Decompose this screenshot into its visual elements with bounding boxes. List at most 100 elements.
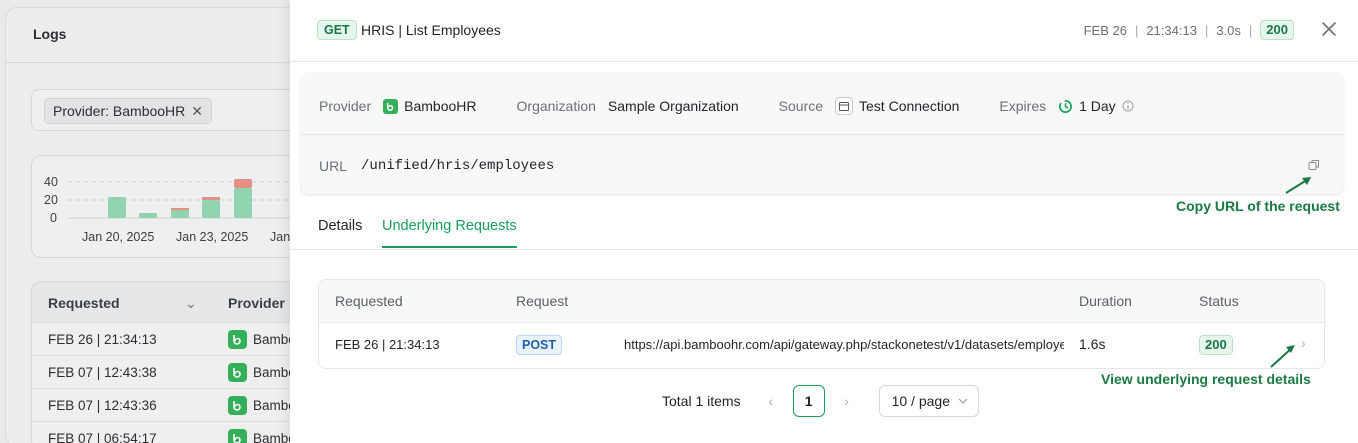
pagination: Total 1 items ‹ 1 › 10 / page bbox=[662, 385, 979, 417]
table-row[interactable]: FEB 26 | 21:34:13 Bamboo bbox=[32, 323, 330, 356]
url-label: URL bbox=[319, 158, 348, 174]
source-name: Test Connection bbox=[859, 98, 960, 114]
url-value: /unified/hris/employees bbox=[361, 158, 555, 174]
chart-y-tick-0: 0 bbox=[50, 211, 57, 225]
url-row: URL /unified/hris/employees bbox=[319, 158, 554, 174]
page-size-value: 10 / page bbox=[891, 393, 950, 409]
chart-x-tick: Jan 23, 2025 bbox=[176, 230, 248, 244]
logs-title: Logs bbox=[33, 26, 67, 42]
log-detail-drawer: GET HRIS | List Employees FEB 26 | 21:34… bbox=[290, 0, 1358, 443]
request-time: 21:34:13 bbox=[1146, 22, 1197, 38]
page-1-button[interactable]: 1 bbox=[792, 385, 825, 417]
provider-name: BambooHR bbox=[404, 98, 477, 114]
table-row[interactable]: FEB 26 | 21:34:13 POST https://api.bambo… bbox=[319, 323, 1324, 368]
meta-separator: | bbox=[1248, 22, 1253, 38]
info-row: Provider BambooHR Organization Sample Or… bbox=[319, 96, 1174, 116]
expires-value: 1 Day bbox=[1058, 98, 1134, 114]
method-badge: POST bbox=[516, 335, 563, 355]
row-date: FEB 07 | 12:43:36 bbox=[48, 398, 157, 413]
chart-bar-error bbox=[171, 208, 189, 210]
logs-table: Requested ⌄ Provider FEB 26 | 21:34:13 B… bbox=[31, 281, 331, 443]
filter-chip-label: Provider: BambooHR bbox=[53, 103, 186, 119]
chart-bar bbox=[202, 200, 220, 218]
expires-field: Expires 1 Day bbox=[999, 98, 1134, 114]
row-date: FEB 07 | 12:43:38 bbox=[48, 365, 157, 380]
source-label: Source bbox=[778, 98, 824, 114]
table-row[interactable]: FEB 07 | 12:43:36 Bamboo bbox=[32, 389, 330, 422]
expires-label: Expires bbox=[999, 98, 1047, 114]
chart-bar bbox=[139, 213, 157, 218]
row-date: FEB 26 | 21:34:13 bbox=[48, 332, 157, 347]
bamboohr-logo-icon bbox=[228, 429, 247, 443]
chart-y-tick-20: 20 bbox=[44, 193, 58, 207]
provider-label: Provider bbox=[319, 98, 372, 114]
meta-separator: | bbox=[1204, 22, 1209, 38]
timer-icon bbox=[1059, 99, 1072, 113]
col-provider[interactable]: Provider bbox=[228, 295, 285, 311]
terminal-icon bbox=[835, 97, 854, 115]
annotation-copy-url: Copy URL of the request bbox=[1176, 198, 1340, 214]
logs-chart-svg: 40 20 0 Jan 20, 2025 Jan 23, 2025 Jan bbox=[44, 175, 332, 244]
chart-bar bbox=[108, 197, 126, 218]
logs-table-header: Requested ⌄ Provider bbox=[32, 282, 330, 323]
drawer-header: GET HRIS | List Employees FEB 26 | 21:34… bbox=[290, 0, 1358, 62]
request-info-card: Provider BambooHR Organization Sample Or… bbox=[301, 73, 1343, 194]
col-requested: Requested bbox=[335, 293, 403, 309]
organization-value: Sample Organization bbox=[607, 98, 739, 114]
tab-underlying-requests[interactable]: Underlying Requests bbox=[382, 218, 517, 248]
chart-bar bbox=[234, 188, 252, 218]
page-size-select[interactable]: 10 / page bbox=[878, 385, 979, 417]
table-row[interactable]: FEB 07 | 06:54:17 Bamboo bbox=[32, 422, 330, 443]
chart-bar-error bbox=[202, 197, 220, 200]
close-button[interactable] bbox=[1320, 20, 1338, 38]
logs-chart: 40 20 0 Jan 20, 2025 Jan 23, 2025 Jan bbox=[31, 155, 332, 258]
copy-url-button[interactable] bbox=[1308, 158, 1322, 172]
sort-chevron-icon[interactable]: ⌄ bbox=[185, 295, 197, 312]
source-value: Test Connection bbox=[835, 97, 959, 115]
organization-field: Organization Sample Organization bbox=[517, 98, 739, 114]
annotation-arrow bbox=[1285, 177, 1311, 194]
chart-bar bbox=[171, 209, 189, 218]
table-row[interactable]: FEB 07 | 12:43:38 Bamboo bbox=[32, 356, 330, 389]
row-url: https://api.bamboohr.com/api/gateway.php… bbox=[624, 337, 1064, 352]
drawer-title: HRIS | List Employees bbox=[361, 22, 501, 38]
bamboohr-logo-icon bbox=[383, 98, 399, 114]
annotation-view-details: View underlying request details bbox=[1101, 371, 1311, 387]
source-field: Source Test Connection bbox=[778, 97, 959, 115]
row-duration: 1.6s bbox=[1079, 336, 1106, 352]
requests-table-header: Requested Request Duration Status bbox=[319, 280, 1324, 323]
drawer-tabs: Details Underlying Requests bbox=[290, 210, 1358, 250]
info-divider bbox=[301, 134, 1343, 135]
logs-divider bbox=[6, 62, 326, 63]
chart-x-tick: Jan bbox=[270, 230, 290, 244]
request-date: FEB 26 bbox=[1083, 22, 1127, 38]
status-badge: 200 bbox=[1199, 335, 1233, 355]
bamboohr-logo-icon bbox=[228, 330, 247, 349]
meta-separator: | bbox=[1134, 22, 1139, 38]
annotation-arrow bbox=[1270, 345, 1295, 368]
col-requested[interactable]: Requested bbox=[48, 295, 120, 311]
info-icon[interactable] bbox=[1122, 100, 1134, 112]
col-status: Status bbox=[1199, 293, 1239, 309]
chart-bar-error bbox=[234, 179, 252, 188]
close-icon[interactable]: ✕ bbox=[191, 103, 203, 120]
copy-icon bbox=[1308, 160, 1319, 170]
pagination-total: Total 1 items bbox=[662, 393, 741, 409]
col-duration: Duration bbox=[1079, 293, 1132, 309]
filter-bar[interactable]: Provider: BambooHR ✕ bbox=[31, 89, 331, 131]
organization-label: Organization bbox=[516, 98, 596, 114]
close-icon bbox=[1322, 22, 1336, 36]
row-requested: FEB 26 | 21:34:13 bbox=[335, 337, 440, 352]
expires-text: 1 Day bbox=[1079, 98, 1116, 114]
bamboohr-logo-icon bbox=[228, 396, 247, 415]
filter-chip[interactable]: Provider: BambooHR ✕ bbox=[44, 98, 213, 124]
row-date: FEB 07 | 06:54:17 bbox=[48, 431, 157, 443]
next-page-button[interactable]: › bbox=[831, 393, 863, 409]
chart-x-tick: Jan 20, 2025 bbox=[82, 230, 154, 244]
provider-value: BambooHR bbox=[383, 98, 477, 114]
col-request: Request bbox=[516, 293, 569, 309]
provider-field: Provider BambooHR bbox=[319, 98, 477, 114]
tab-details[interactable]: Details bbox=[318, 218, 362, 246]
chart-y-tick-40: 40 bbox=[44, 175, 58, 189]
prev-page-button[interactable]: ‹ bbox=[755, 393, 787, 409]
